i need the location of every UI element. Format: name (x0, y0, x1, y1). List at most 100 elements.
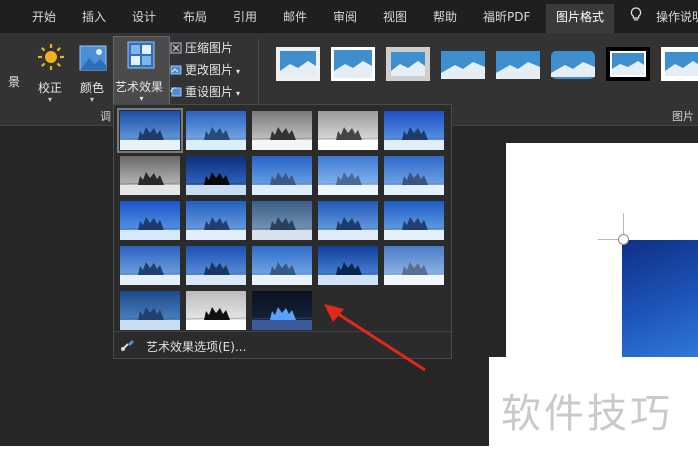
effect-thumbnail-icon (317, 111, 379, 150)
picture-style-simple-frame[interactable] (276, 47, 320, 81)
effect-thumbnail-icon (251, 156, 313, 195)
change-picture-icon (170, 65, 182, 75)
style-thumbnail-icon (551, 51, 595, 79)
style-thumbnail-icon (276, 47, 320, 81)
effect-thumbnail-icon (185, 156, 247, 195)
change-picture-label: 更改图片 (185, 63, 234, 77)
reset-picture-label: 重设图片 (185, 85, 234, 99)
tab-mailings[interactable]: 邮件 (283, 8, 307, 25)
effect-thumbnail-icon (119, 156, 181, 195)
picture-style-black-frame[interactable] (606, 47, 650, 81)
corrections-button[interactable]: 校正 ▾ (31, 39, 69, 104)
corrections-label: 校正 (37, 81, 62, 95)
tab-foxit-pdf[interactable]: 福昕PDF (483, 8, 530, 25)
effect-texturizer[interactable] (317, 201, 379, 240)
effect-film-grain[interactable] (383, 246, 445, 285)
artistic-effects-button[interactable]: 艺术效果 ▾ (113, 36, 170, 110)
chevron-down-icon: ▾ (139, 94, 144, 103)
effect-watercolor[interactable] (383, 156, 445, 195)
chevron-down-icon: ▾ (89, 95, 94, 104)
effect-glass[interactable] (185, 201, 247, 240)
effect-thumbnail-icon (317, 246, 379, 285)
tab-insert[interactable]: 插入 (82, 8, 106, 25)
effect-light-screen[interactable] (317, 156, 379, 195)
effect-line-drawing[interactable] (251, 111, 313, 150)
effect-chalk[interactable] (317, 111, 379, 150)
effect-thumbnail-icon (317, 156, 379, 195)
effect-blur[interactable] (251, 156, 313, 195)
tab-review[interactable]: 审阅 (333, 8, 357, 25)
brush-options-icon (121, 340, 134, 351)
watermark-text: 软件技巧 (501, 391, 673, 437)
tab-references[interactable]: 引用 (233, 8, 257, 25)
effect-pencil-sketch[interactable] (185, 111, 247, 150)
effect-glow-edges[interactable] (317, 246, 379, 285)
picture-style-bevel[interactable] (386, 47, 430, 81)
effect-thumbnail-icon (185, 291, 247, 330)
effect-photocopy-bw[interactable] (185, 291, 247, 330)
effect-photocopy[interactable] (251, 246, 313, 285)
sun-icon (38, 44, 64, 70)
effect-crisscross[interactable] (383, 201, 445, 240)
effect-thumbnail-icon (119, 291, 181, 330)
compress-icon (170, 42, 182, 54)
reset-picture-icon (170, 87, 182, 97)
effect-thumbnail-icon (185, 111, 247, 150)
tab-home[interactable]: 开始 (32, 8, 56, 25)
picture-style-shadow[interactable] (441, 47, 485, 81)
tab-design[interactable]: 设计 (132, 8, 156, 25)
effect-grayscale[interactable] (119, 156, 181, 195)
options-label: 艺术效果选项(E)... (146, 340, 247, 354)
picture-color-icon (79, 45, 107, 71)
picture-styles-group-label: 图片 (672, 110, 694, 123)
effect-thumbnail-icon (317, 201, 379, 240)
picture-style-thick-frame[interactable] (661, 47, 698, 81)
adjust-group-label: 调 (100, 110, 111, 123)
picture-style-reflection[interactable] (496, 47, 540, 81)
reset-picture-button[interactable]: 重设图片 ▾ (170, 83, 240, 101)
effect-mosaic[interactable] (119, 201, 181, 240)
tab-view[interactable]: 视图 (383, 8, 407, 25)
change-picture-button[interactable]: 更改图片 ▾ (170, 61, 240, 79)
picture-style-soft-edge[interactable] (331, 47, 375, 81)
effect-thumbnail-icon (383, 156, 445, 195)
tab-layout[interactable]: 布局 (183, 8, 207, 25)
effect-none[interactable] (117, 108, 183, 153)
effect-plastic-wrap[interactable] (185, 246, 247, 285)
style-thumbnail-icon (606, 47, 650, 81)
effect-pastels[interactable] (119, 246, 181, 285)
effect-thumbnail-icon (251, 246, 313, 285)
style-thumbnail-icon (386, 47, 430, 81)
style-thumbnail-icon (441, 51, 485, 79)
selected-picture[interactable] (622, 240, 698, 358)
picture-style-rounded[interactable] (551, 47, 595, 81)
effect-paint-strokes[interactable] (383, 111, 445, 150)
effect-thumbnail-icon (185, 201, 247, 240)
effect-thumbnail-icon (383, 111, 445, 150)
effect-glow-diffused[interactable] (251, 291, 313, 330)
effect-thumbnail-icon (383, 201, 445, 240)
compress-pictures-button[interactable]: 压缩图片 (170, 39, 233, 57)
tab-tell-me[interactable]: 操作说明 (656, 8, 698, 25)
effect-thumbnail-icon (119, 246, 181, 285)
artistic-effects-icon (127, 41, 155, 69)
compress-label: 压缩图片 (185, 41, 234, 55)
effect-cutout[interactable] (119, 291, 181, 330)
watermark-box: 软件技巧 (489, 357, 698, 460)
effect-silhouette[interactable] (185, 156, 247, 195)
style-thumbnail-icon (331, 47, 375, 81)
style-thumbnail-icon (661, 47, 698, 81)
color-button[interactable]: 颜色 ▾ (73, 39, 111, 104)
resize-handle[interactable] (618, 234, 629, 245)
effect-cement[interactable] (251, 201, 313, 240)
tab-picture-format[interactable]: 图片格式 (546, 4, 615, 33)
color-label: 颜色 (79, 81, 104, 95)
tab-help[interactable]: 帮助 (433, 8, 457, 25)
style-thumbnail-icon (496, 51, 540, 79)
ribbon-tab-bar: 开始 插入 设计 布局 引用 邮件 审阅 视图 帮助 福昕PDF 图片格式 操作… (0, 0, 698, 33)
chevron-down-icon: ▾ (236, 67, 241, 76)
truncated-label: 景 (8, 75, 21, 89)
effect-thumbnail-icon (185, 246, 247, 285)
effect-thumbnail-icon (119, 111, 181, 150)
artistic-effects-label: 艺术效果 (115, 80, 164, 94)
